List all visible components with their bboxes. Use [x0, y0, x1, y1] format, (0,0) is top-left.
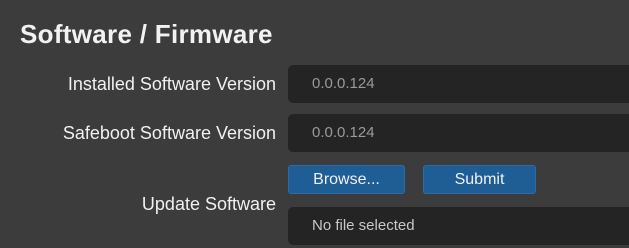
installed-version-field: 0.0.0.124 — [288, 65, 629, 103]
file-status-field: No file selected — [288, 207, 629, 245]
submit-button[interactable]: Submit — [423, 165, 536, 194]
update-software-label: Update Software — [141, 194, 276, 214]
safeboot-version-field: 0.0.0.124 — [288, 114, 629, 152]
browse-button[interactable]: Browse... — [288, 165, 405, 194]
file-status-text: No file selected — [312, 217, 415, 234]
safeboot-version-value: 0.0.0.124 — [312, 124, 375, 141]
installed-version-value: 0.0.0.124 — [312, 75, 375, 92]
section-title: Software / Firmware — [20, 19, 273, 49]
installed-version-label: Installed Software Version — [67, 74, 276, 94]
software-firmware-panel: Software / Firmware Installed Software V… — [0, 0, 629, 248]
safeboot-version-label: Safeboot Software Version — [62, 123, 276, 143]
